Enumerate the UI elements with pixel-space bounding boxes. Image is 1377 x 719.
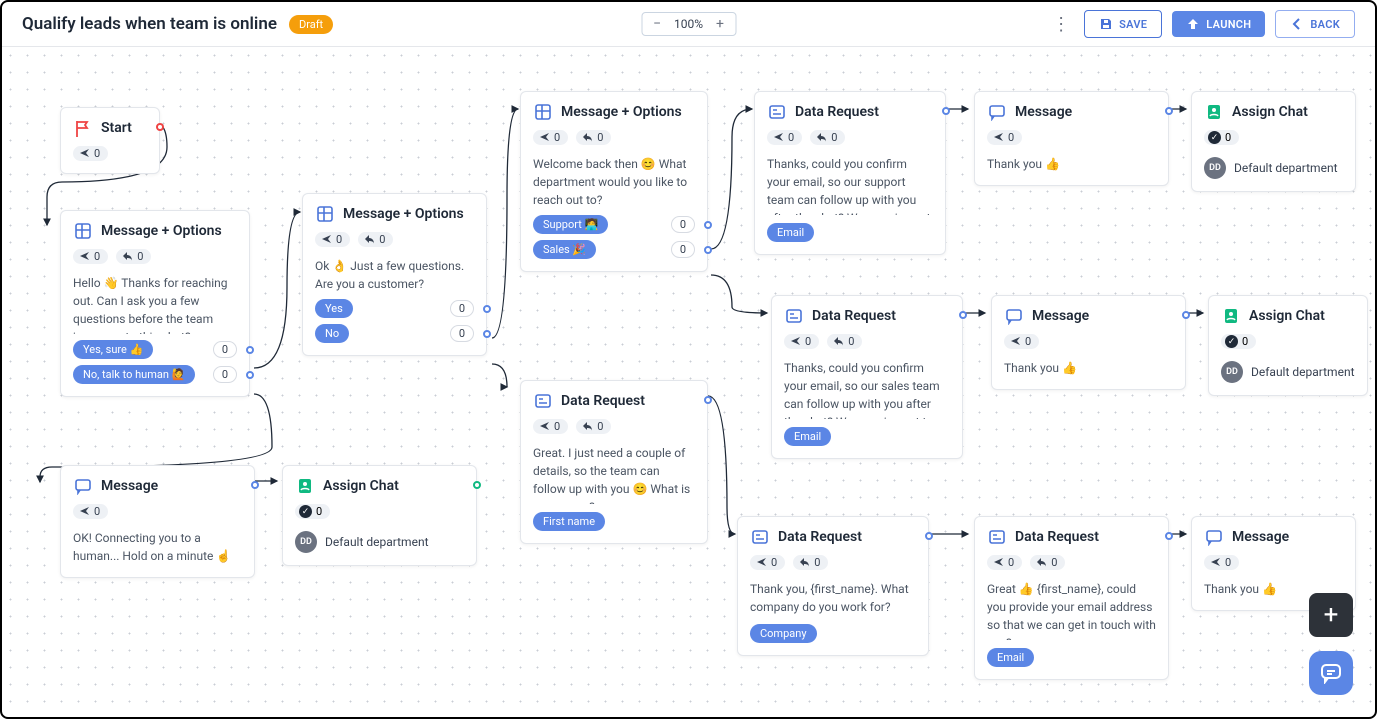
grid-icon	[533, 102, 553, 122]
output-port[interactable]	[942, 107, 950, 115]
more-menu-button[interactable]: ⋮	[1048, 14, 1074, 35]
form-icon	[784, 306, 804, 326]
field-tag: First name	[533, 512, 605, 531]
launch-button[interactable]: LAUNCH	[1172, 11, 1265, 37]
department: DDDefault department	[1204, 157, 1343, 179]
output-port[interactable]	[251, 481, 259, 489]
upload-icon	[1186, 17, 1200, 31]
node-message-options-1[interactable]: Message + Options 0 0 Hello 👋 Thanks for…	[60, 210, 250, 397]
form-icon	[533, 391, 553, 411]
assign-icon	[1221, 306, 1241, 326]
back-button[interactable]: BACK	[1275, 10, 1355, 38]
zoom-level: 100%	[674, 17, 703, 31]
message-icon	[1204, 527, 1224, 547]
node-data-request-5[interactable]: Data Request 0 0 Great 👍 {first_name}, c…	[974, 516, 1169, 680]
option-yes[interactable]: Yes0	[315, 299, 474, 318]
option-yes[interactable]: Yes, sure 👍0	[73, 340, 237, 359]
status-badge: Draft	[289, 15, 333, 34]
option-support[interactable]: Support 🧑‍💻0	[533, 215, 695, 234]
node-data-request-2[interactable]: Data Request 0 0 Thanks, could you confi…	[754, 91, 946, 255]
option-no[interactable]: No, talk to human 🙋0	[73, 365, 237, 384]
output-port[interactable]	[1165, 107, 1173, 115]
chat-widget-button[interactable]	[1309, 651, 1353, 695]
output-port[interactable]	[959, 311, 967, 319]
save-button[interactable]: SAVE	[1084, 10, 1162, 38]
node-message-2[interactable]: Message 0 Thank you 👍	[974, 91, 1169, 186]
flow-canvas[interactable]: Start 0 Message + Options 0 0 Hello 👋 Th…	[2, 47, 1375, 717]
message-icon	[73, 476, 93, 496]
zoom-in-button[interactable]: +	[713, 16, 727, 32]
chevron-left-icon	[1290, 17, 1304, 31]
assign-icon	[1204, 102, 1224, 122]
message-icon	[1004, 306, 1024, 326]
output-port[interactable]	[1165, 532, 1173, 540]
field-tag: Email	[767, 223, 814, 242]
message-icon	[987, 102, 1007, 122]
output-port[interactable]	[704, 396, 712, 404]
department: DDDefault department	[295, 531, 464, 553]
field-tag: Email	[784, 427, 831, 446]
save-icon	[1099, 17, 1113, 31]
sent-count: 0	[73, 146, 108, 161]
output-port[interactable]	[473, 481, 481, 489]
zoom-control[interactable]: − 100% +	[641, 12, 736, 36]
node-message-options-3[interactable]: Message + Options 0 0 Welcome back then …	[520, 91, 708, 272]
node-data-request-1[interactable]: Data Request 0 0 Great. I just need a co…	[520, 380, 708, 544]
zoom-out-button[interactable]: −	[650, 16, 664, 32]
grid-icon	[73, 221, 93, 241]
page-title: Qualify leads when team is online	[22, 14, 277, 34]
sent-count: 0	[73, 504, 108, 519]
form-icon	[750, 527, 770, 547]
grid-icon	[315, 204, 335, 224]
node-assign-1[interactable]: Assign Chat ✓0 DDDefault department	[282, 465, 477, 566]
output-port[interactable]	[925, 532, 933, 540]
output-port[interactable]	[1182, 311, 1190, 319]
field-tag: Company	[750, 624, 817, 643]
option-no[interactable]: No0	[315, 324, 474, 343]
output-port[interactable]	[156, 123, 164, 131]
node-body: Hello 👋 Thanks for reaching out. Can I a…	[73, 274, 237, 334]
recv-count: 0	[116, 249, 151, 264]
node-message-options-2[interactable]: Message + Options 0 0 Ok 👌 Just a few qu…	[302, 193, 487, 356]
node-data-request-4[interactable]: Data Request 0 0 Thank you, {first_name}…	[737, 516, 929, 656]
header: Qualify leads when team is online Draft …	[2, 2, 1375, 47]
flag-icon	[73, 118, 93, 138]
department: DDDefault department	[1221, 361, 1355, 383]
form-icon	[987, 527, 1007, 547]
node-body: OK! Connecting you to a human... Hold on…	[73, 529, 242, 565]
field-tag: Email	[987, 648, 1034, 667]
option-sales[interactable]: Sales 🎉0	[533, 240, 695, 259]
node-data-request-3[interactable]: Data Request 0 0 Thanks, could you confi…	[771, 295, 963, 459]
node-message-3[interactable]: Message 0 Thank you 👍	[991, 295, 1186, 390]
sent-count: 0	[73, 249, 108, 264]
count: ✓0	[295, 504, 330, 519]
node-assign-2[interactable]: Assign Chat ✓0 DDDefault department	[1191, 91, 1356, 192]
node-assign-3[interactable]: Assign Chat ✓0 DDDefault department	[1208, 295, 1368, 396]
assign-icon	[295, 476, 315, 496]
node-start[interactable]: Start 0	[60, 107, 160, 174]
form-icon	[767, 102, 787, 122]
node-message-1[interactable]: Message 0 OK! Connecting you to a human.…	[60, 465, 255, 578]
add-node-button[interactable]: +	[1309, 593, 1353, 637]
